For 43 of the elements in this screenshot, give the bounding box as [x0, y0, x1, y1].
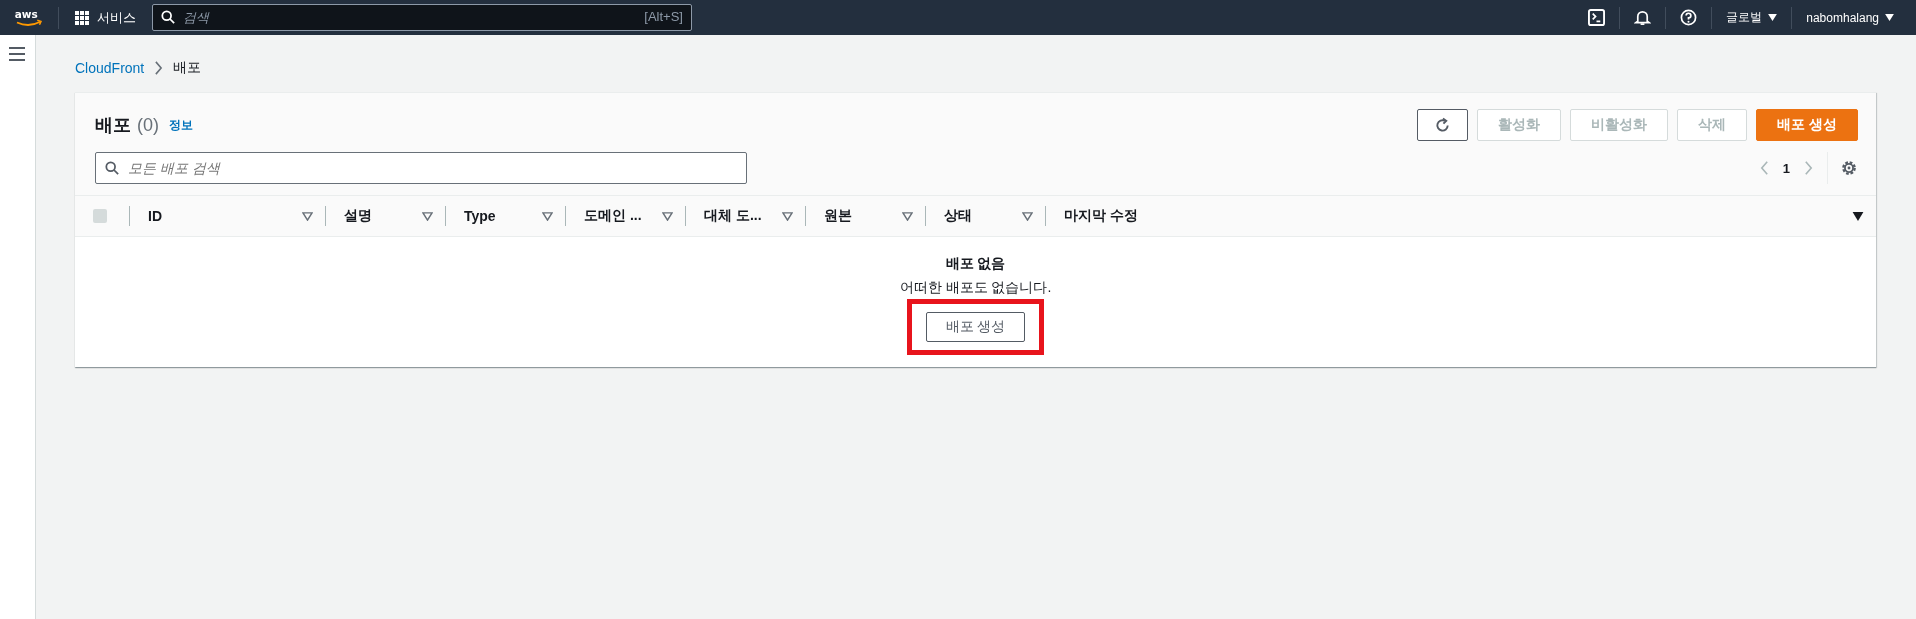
breadcrumb-link[interactable]: CloudFront — [75, 60, 145, 76]
column-header[interactable]: 도메인 ... — [565, 206, 685, 226]
empty-state-title: 배포 없음 — [945, 254, 1006, 273]
refresh-button[interactable] — [1417, 109, 1469, 141]
account-menu[interactable]: nabomhalang — [1792, 6, 1908, 29]
sort-icon — [1022, 211, 1033, 221]
region-menu[interactable]: 글로벌 — [1712, 6, 1793, 29]
shortcut-hint: [Alt+S] — [644, 9, 683, 24]
sort-icon — [902, 211, 913, 221]
services-menu[interactable]: 서비스 — [59, 8, 152, 27]
filter-field[interactable]: 모든 배포 검색 — [95, 152, 747, 184]
sort-icon — [422, 211, 433, 221]
help-icon[interactable] — [1680, 9, 1698, 26]
create-button[interactable]: 배포 생성 — [925, 312, 1026, 342]
grid-icon — [75, 10, 89, 25]
settings-icon[interactable] — [1840, 159, 1858, 177]
sort-icon — [782, 211, 793, 221]
empty-state-message: 어떠한 배포도 없습니다. — [899, 278, 1052, 297]
column-header[interactable]: 대체 도... — [685, 206, 805, 226]
caret-icon — [1885, 14, 1894, 21]
caret-icon — [1768, 14, 1778, 21]
item-count: (0) — [137, 114, 159, 136]
terminal-icon[interactable] — [1588, 9, 1606, 26]
column-header[interactable]: 상태 — [925, 206, 1045, 226]
bell-icon[interactable] — [1634, 9, 1652, 26]
column-header[interactable]: ID — [129, 206, 325, 226]
page-number[interactable]: 1 — [1782, 160, 1790, 176]
sort-icon — [542, 211, 553, 221]
search-icon — [161, 10, 175, 24]
aws-logo: aws — [14, 7, 44, 28]
sort-icon — [662, 211, 673, 221]
sort-icon — [302, 211, 313, 221]
sort-descending-icon — [1852, 211, 1864, 221]
column-header[interactable]: 원본 — [805, 206, 925, 226]
column-header[interactable]: Type — [445, 206, 565, 226]
column-header[interactable]: 설명 — [325, 206, 445, 226]
menu-icon[interactable] — [9, 47, 25, 61]
panel-title: 배포 — [95, 114, 131, 137]
breadcrumb-current: 배포 — [173, 59, 202, 77]
search-icon — [105, 161, 119, 175]
chevron-right-icon — [154, 61, 164, 75]
column-header[interactable]: 마지막 수정 — [1045, 206, 1876, 226]
info-link[interactable]: 정보 — [169, 116, 193, 134]
